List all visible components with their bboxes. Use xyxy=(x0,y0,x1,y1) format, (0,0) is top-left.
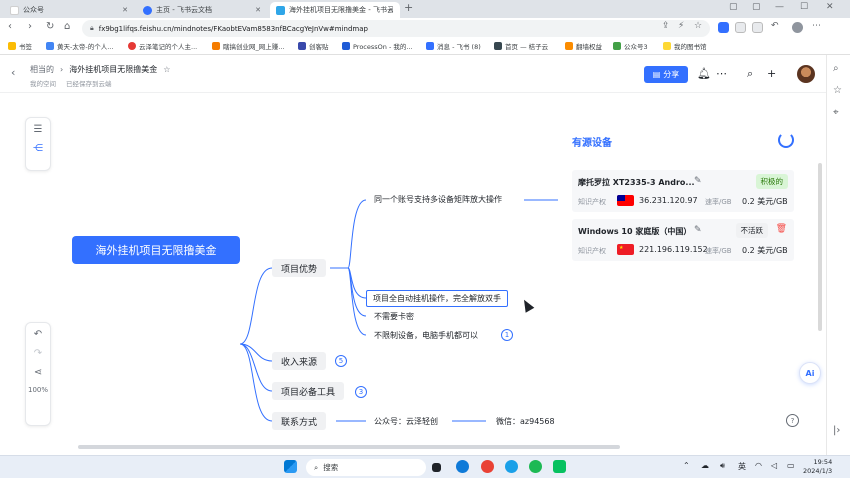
collapsed-count-badge[interactable]: 3 xyxy=(355,386,367,398)
branch-node-income[interactable]: 收入来源 xyxy=(272,352,327,370)
leaf-node[interactable]: 不需要卡密 xyxy=(374,311,414,322)
rate-unit: 速率/GB xyxy=(705,247,732,255)
collapsed-count-badge[interactable]: 1 xyxy=(501,329,513,341)
edit-pencil-icon[interactable]: ✎ xyxy=(694,176,702,186)
connector xyxy=(239,267,273,345)
rate-unit: 速率/GB xyxy=(705,198,732,206)
panel-scrollbar[interactable] xyxy=(818,163,822,331)
connector xyxy=(347,199,367,269)
leaf-node-selected[interactable]: 项目全自动挂机操作，完全解放双手 xyxy=(366,290,508,307)
wifi-icon[interactable]: ◠ xyxy=(755,461,762,470)
connector xyxy=(239,343,273,392)
branch-node-tools[interactable]: 项目必备工具 xyxy=(272,382,345,400)
leaf-node[interactable]: 同一个账号支持多设备矩阵放大操作 xyxy=(374,194,502,205)
edge-icon[interactable] xyxy=(456,460,469,473)
device-card[interactable]: Windows 10 家庭版（中国） ✎ 不活跃 🗑︎ 知识产权 ★ 221.1… xyxy=(572,219,794,261)
connector xyxy=(239,343,273,422)
device-name: Windows 10 家庭版（中国） xyxy=(578,227,692,236)
branch-node-advantages[interactable]: 项目优势 xyxy=(272,259,327,277)
refresh-icon[interactable] xyxy=(778,132,794,148)
device-ip: 221.196.119.152 xyxy=(639,245,708,254)
collapsed-count-badge[interactable]: 5 xyxy=(335,355,347,367)
taskbar-search[interactable]: ⌕ 搜索 xyxy=(306,459,426,476)
windows-taskbar: ⌕ 搜索 ⌃ ☁︎ 🔊︎ 英 ◠ ◁ ▭ 19:54 2024/1/3 xyxy=(0,455,850,478)
search-icon: ⌕ xyxy=(314,462,319,472)
speaker-icon[interactable]: 🔊︎ xyxy=(720,461,725,471)
china-flag-icon: ★ xyxy=(617,244,634,255)
delete-trash-icon[interactable]: 🗑︎ xyxy=(776,224,787,234)
device-price: 0.2 美元/GB xyxy=(742,197,788,206)
branch-node-contact[interactable]: 联系方式 xyxy=(272,412,327,430)
device-card[interactable]: 摩托罗拉 XT2335-3 Andro... ✎ 积极的 知识产权 36.231… xyxy=(572,170,794,212)
cloud-icon[interactable]: ☁︎ xyxy=(701,461,709,470)
device-panel-title: 有源设备 xyxy=(572,138,612,149)
status-badge: 积极的 xyxy=(755,174,788,189)
ai-assistant-button[interactable]: Ai xyxy=(799,362,821,384)
device-ip-label: 知识产权 xyxy=(578,247,606,255)
task-view-icon[interactable] xyxy=(432,463,441,472)
battery-icon[interactable]: ▭ xyxy=(787,461,795,470)
tray-expand-icon[interactable]: ⌃ xyxy=(683,461,690,470)
status-badge: 不活跃 xyxy=(735,223,768,238)
leaf-node[interactable]: 公众号：云泽轻创 xyxy=(374,416,438,427)
app-icon[interactable] xyxy=(553,460,566,473)
device-name: 摩托罗拉 XT2335-3 Andro... xyxy=(578,178,695,187)
mindmap-root-node[interactable]: 海外挂机项目无限撸美金 xyxy=(72,236,240,264)
leaf-node[interactable]: 不限制设备，电脑手机都可以 xyxy=(374,330,478,341)
input-language[interactable]: 英 xyxy=(738,461,746,472)
taiwan-flag-icon xyxy=(617,195,634,206)
device-price: 0.2 美元/GB xyxy=(742,246,788,255)
horizontal-scrollbar[interactable] xyxy=(78,445,620,449)
edit-pencil-icon[interactable]: ✎ xyxy=(694,225,702,235)
volume-icon[interactable]: ◁ xyxy=(771,461,777,470)
device-ip-label: 知识产权 xyxy=(578,198,606,206)
browser-icon[interactable] xyxy=(505,460,518,473)
system-clock[interactable]: 19:54 2024/1/3 xyxy=(803,458,832,476)
wechat-icon[interactable] xyxy=(529,460,542,473)
clock-date: 2024/1/3 xyxy=(803,467,833,475)
device-ip: 36.231.120.97 xyxy=(639,196,698,205)
windows-start-icon[interactable] xyxy=(284,460,297,473)
clock-time: 19:54 xyxy=(813,458,833,466)
chrome-icon[interactable] xyxy=(481,460,494,473)
help-button[interactable]: ? xyxy=(786,414,799,427)
leaf-node[interactable]: 微信：az94568 xyxy=(496,416,555,427)
